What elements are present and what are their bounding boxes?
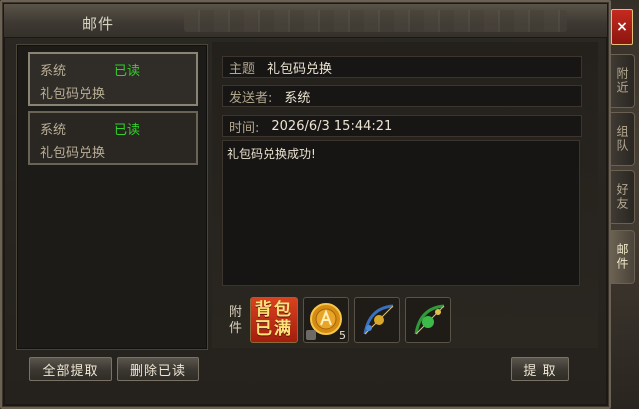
collect-all-button[interactable]: 全部提取: [29, 357, 112, 381]
mail-sender: 系统: [40, 123, 67, 138]
tab-mail[interactable]: 邮件: [611, 230, 635, 284]
mail-list-item[interactable]: 系统 已读 礼包码兑换: [28, 52, 198, 106]
tab-nearby[interactable]: 附近: [611, 54, 635, 108]
tab-team[interactable]: 组队: [611, 112, 635, 166]
read-status: 已读: [114, 64, 141, 79]
time-value: 2026/6/3 15:44:21: [271, 118, 393, 134]
bag-full-line1: 背包: [255, 300, 293, 320]
title-bar[interactable]: 邮件: [4, 4, 607, 38]
bag-full-line2: 已满: [255, 319, 293, 339]
attachment-label: 附件: [229, 305, 243, 336]
bag-full-indicator[interactable]: 背包 已满: [250, 297, 298, 343]
collect-button[interactable]: 提 取: [511, 357, 569, 381]
subject-label: 主题: [229, 61, 256, 77]
attachment-slot-gold[interactable]: 5: [303, 297, 349, 343]
attachment-slot-bow[interactable]: [354, 297, 400, 343]
time-field: 时间: 2026/6/3 15:44:21: [222, 115, 582, 137]
sender-field: 发送者: 系统: [222, 85, 582, 107]
subject-value: 礼包码兑换: [267, 61, 333, 77]
mail-sender: 系统: [40, 64, 67, 79]
mail-subject: 礼包码兑换: [40, 146, 106, 161]
item-quantity: 5: [339, 329, 346, 342]
tab-friends[interactable]: 好友: [611, 170, 635, 224]
title-ornament: [184, 10, 567, 32]
bow-icon: [363, 304, 394, 335]
window-title: 邮件: [82, 15, 115, 33]
green-bow-icon: [414, 304, 445, 335]
sender-value: 系统: [284, 90, 311, 106]
delete-read-button[interactable]: 删除已读: [117, 357, 199, 381]
subject-field: 主题 礼包码兑换: [222, 56, 582, 78]
sender-label: 发送者:: [229, 90, 273, 106]
read-status: 已读: [114, 123, 141, 138]
attachment-slot-green-bow[interactable]: [405, 297, 451, 343]
close-button[interactable]: ×: [611, 9, 633, 45]
mail-subject: 礼包码兑换: [40, 87, 106, 102]
lock-icon: [306, 330, 316, 340]
mail-list-item[interactable]: 系统 已读 礼包码兑换: [28, 111, 198, 165]
time-label: 时间:: [229, 120, 260, 136]
close-icon: ×: [616, 19, 628, 35]
mail-body: 礼包码兑换成功!: [222, 140, 580, 286]
